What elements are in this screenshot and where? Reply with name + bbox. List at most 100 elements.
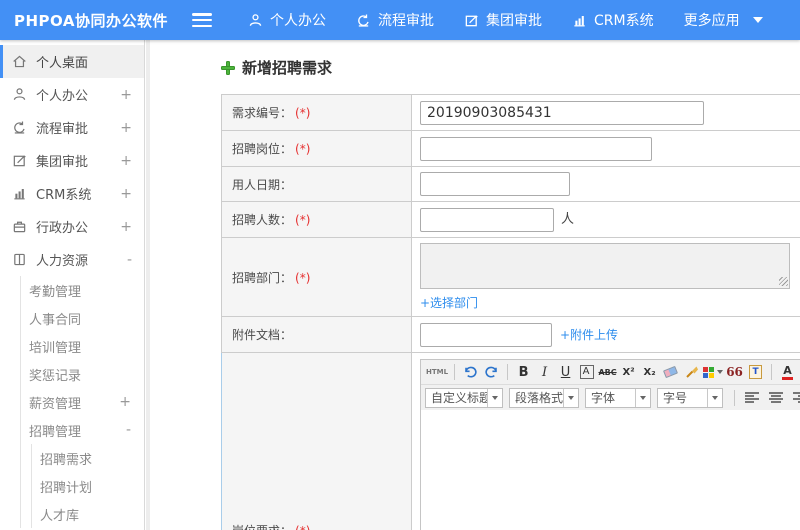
remove-format-eraser-icon[interactable] [661, 362, 680, 382]
font-family-select[interactable]: 字体 [585, 387, 651, 408]
superscript-button[interactable]: X² [619, 362, 638, 382]
edit-icon [13, 155, 26, 167]
sidebar-item-label: 行政办公 [36, 221, 89, 236]
upload-attachment-link[interactable]: +附件上传 [560, 326, 618, 343]
editor-toolbar: HTML B I U A ABC X² X₂ 66 T A 自定义标题 段落格式… [421, 360, 800, 410]
sidebar-item-training-mgmt[interactable]: 培训管理 [21, 332, 144, 360]
add-plus-icon [221, 60, 235, 75]
sidebar-item-human-resources[interactable]: 人力资源 - [0, 243, 144, 276]
sidebar-item-admin-office[interactable]: 行政办公 + [0, 210, 144, 243]
form-row-hire-date: 用人日期： [221, 166, 800, 202]
collapse-icon[interactable]: - [126, 422, 131, 438]
nav-label: 个人办公 [270, 13, 326, 29]
font-color-button[interactable]: A [778, 362, 797, 382]
nav-more-apps[interactable]: 更多应用 [684, 10, 763, 30]
nav-label: CRM系统 [594, 13, 654, 29]
toolbar-separator [454, 364, 456, 380]
required-mark: (*) [295, 524, 310, 530]
sidebar-item-label: 人事合同 [29, 312, 82, 328]
custom-heading-select[interactable]: 自定义标题 [425, 387, 503, 408]
sidebar-item-label: 集团审批 [36, 155, 89, 170]
field-label: 附件文档： [232, 328, 293, 342]
html-source-button[interactable]: HTML [426, 362, 448, 382]
person-icon [13, 88, 26, 100]
align-left-icon[interactable] [744, 391, 760, 404]
expand-icon[interactable]: + [120, 120, 132, 136]
sidebar-item-workflow-approval[interactable]: 流程审批 + [0, 111, 144, 144]
paragraph-format-select[interactable]: 段落格式 [509, 387, 579, 408]
sidebar-item-group-approval[interactable]: 集团审批 + [0, 144, 144, 177]
recruit-submenu: 招聘需求 招聘计划 人才库 [31, 444, 144, 528]
attachment-input[interactable] [420, 322, 552, 347]
sidebar-item-label: 人才库 [40, 508, 80, 524]
font-size-select[interactable]: 字号 [657, 387, 723, 408]
sidebar-item-label: 个人桌面 [36, 56, 89, 71]
align-right-icon[interactable] [792, 391, 800, 404]
sidebar-item-attendance-mgmt[interactable]: 考勤管理 [21, 276, 144, 304]
editor-content-area[interactable] [421, 410, 800, 530]
hamburger-menu-icon[interactable] [192, 13, 212, 27]
emoticon-palette-icon[interactable] [703, 362, 724, 382]
form-row-position: 招聘岗位： (*) [221, 130, 800, 167]
nav-group-approval[interactable]: 集团审批 [464, 10, 542, 30]
hire-date-input[interactable] [420, 172, 570, 196]
nav-crm-system[interactable]: CRM系统 [572, 10, 654, 30]
nav-label: 流程审批 [378, 13, 434, 29]
select-department-link[interactable]: +选择部门 [420, 296, 478, 310]
resize-grip-icon[interactable] [779, 277, 788, 286]
bar-chart-icon [14, 189, 25, 200]
expand-icon[interactable]: + [119, 394, 131, 410]
strikethrough-button[interactable]: ABC [598, 362, 617, 382]
expand-icon[interactable]: + [120, 186, 132, 202]
main-content: 新增招聘需求 需求编号：(*) 招聘岗位：(*) 用人日期： 招聘人数：(*) … [146, 40, 800, 530]
demand-no-input[interactable] [420, 100, 704, 125]
page-head: 新增招聘需求 [221, 57, 800, 78]
sidebar-item-recruit-mgmt[interactable]: 招聘管理 - [21, 416, 144, 444]
undo-button[interactable] [461, 362, 480, 382]
paste-text-button[interactable]: T [746, 362, 765, 382]
sidebar-item-reward-punishment[interactable]: 奖惩记录 [21, 360, 144, 388]
align-center-icon[interactable] [768, 391, 784, 404]
field-label: 用人日期： [232, 177, 293, 192]
field-label: 招聘岗位： [232, 142, 293, 156]
sidebar-item-talent-pool[interactable]: 人才库 [32, 500, 144, 528]
nav-label: 更多应用 [683, 13, 740, 29]
sidebar-item-label: 奖惩记录 [29, 368, 82, 384]
headcount-unit: 人 [561, 212, 575, 227]
format-brush-icon[interactable] [682, 362, 701, 382]
font-name-button[interactable]: A [577, 362, 596, 382]
sidebar-item-personnel-contract[interactable]: 人事合同 [21, 304, 144, 332]
nav-personal-office[interactable]: 个人办公 [248, 10, 326, 30]
expand-icon[interactable]: + [120, 87, 132, 103]
sidebar-item-recruit-plan[interactable]: 招聘计划 [32, 472, 144, 500]
expand-icon[interactable]: + [120, 219, 132, 235]
position-input[interactable] [420, 136, 652, 161]
headcount-input[interactable] [420, 207, 554, 232]
nav-workflow-approval[interactable]: 流程审批 [356, 10, 434, 30]
expand-icon[interactable]: + [120, 153, 132, 169]
chevron-down-icon [752, 17, 763, 23]
blockquote-button[interactable]: 66 [725, 362, 744, 382]
sidebar-item-salary-mgmt[interactable]: 薪资管理 + [21, 388, 144, 416]
sidebar-item-recruit-demand[interactable]: 招聘需求 [32, 444, 144, 472]
sidebar-item-label: 个人办公 [36, 89, 89, 104]
topbar: PHPOA协同办公软件 个人办公 流程审批 集团审批 CRM系统 更多应用 [0, 0, 800, 40]
required-mark: (*) [295, 270, 311, 285]
sidebar-item-personal-desktop[interactable]: 个人桌面 [0, 45, 144, 78]
field-label: 招聘部门： [232, 270, 293, 285]
person-icon [249, 13, 262, 26]
department-textarea[interactable] [420, 243, 790, 289]
subscript-button[interactable]: X₂ [640, 362, 659, 382]
app-logo: PHPOA协同办公软件 [14, 11, 168, 30]
workflow-icon [358, 14, 369, 27]
bold-button[interactable]: B [514, 362, 533, 382]
underline-button[interactable]: U [556, 362, 575, 382]
sidebar-item-crm-system[interactable]: CRM系统 + [0, 177, 144, 210]
collapse-icon[interactable]: - [127, 252, 132, 268]
bar-chart-icon [574, 15, 585, 26]
redo-button[interactable] [482, 362, 501, 382]
italic-button[interactable]: I [535, 362, 554, 382]
sidebar-item-label: 人力资源 [36, 254, 89, 269]
sidebar-item-label: 薪资管理 [29, 396, 82, 412]
sidebar-item-personal-office[interactable]: 个人办公 + [0, 78, 144, 111]
